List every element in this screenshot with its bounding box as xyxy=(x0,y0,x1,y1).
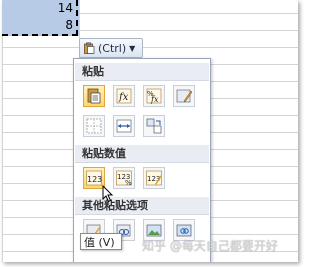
svg-text:123: 123 xyxy=(87,175,102,184)
section-header-paste: 粘贴 xyxy=(75,63,209,81)
section-header-other-paste-options: 其他粘贴选项 xyxy=(75,197,209,215)
clipboard-icon xyxy=(83,42,95,54)
paste-icon[interactable] xyxy=(83,85,105,107)
svg-text:%: % xyxy=(125,179,132,187)
watermark-text: 知乎 @每天自己都要开好 xyxy=(142,239,278,253)
chevron-down-icon: ▼ xyxy=(129,43,136,53)
values-number-format-icon[interactable]: 123% xyxy=(113,167,135,189)
svg-text:fx: fx xyxy=(150,95,159,104)
tooltip: 值 (V) xyxy=(80,233,122,250)
formula-number-format-icon[interactable]: % fx xyxy=(143,85,165,107)
formula-icon[interactable]: fx xyxy=(113,85,135,107)
keep-column-widths-icon[interactable] xyxy=(113,115,135,137)
no-borders-icon[interactable] xyxy=(83,115,105,137)
spreadsheet-window: 14 8 (Ctrl) ▼ 粘贴 fx % fx 粘贴数值 123 123 % … xyxy=(2,0,298,262)
paste-options-menu: 粘贴 fx % fx 粘贴数值 123 123% 123 其他粘贴选项 xyxy=(73,58,211,262)
paste-options-button[interactable]: (Ctrl) ▼ xyxy=(79,38,143,58)
paste-options-label: (Ctrl) xyxy=(98,41,127,55)
section-header-paste-values: 粘贴数值 xyxy=(75,145,209,163)
svg-text:fx: fx xyxy=(118,92,129,103)
copy-marquee xyxy=(2,0,78,36)
values-source-formatting-icon[interactable]: 123 xyxy=(143,167,165,189)
keep-source-formatting-icon[interactable] xyxy=(173,85,195,107)
mouse-cursor-icon xyxy=(102,184,114,207)
transpose-icon[interactable] xyxy=(143,115,165,137)
